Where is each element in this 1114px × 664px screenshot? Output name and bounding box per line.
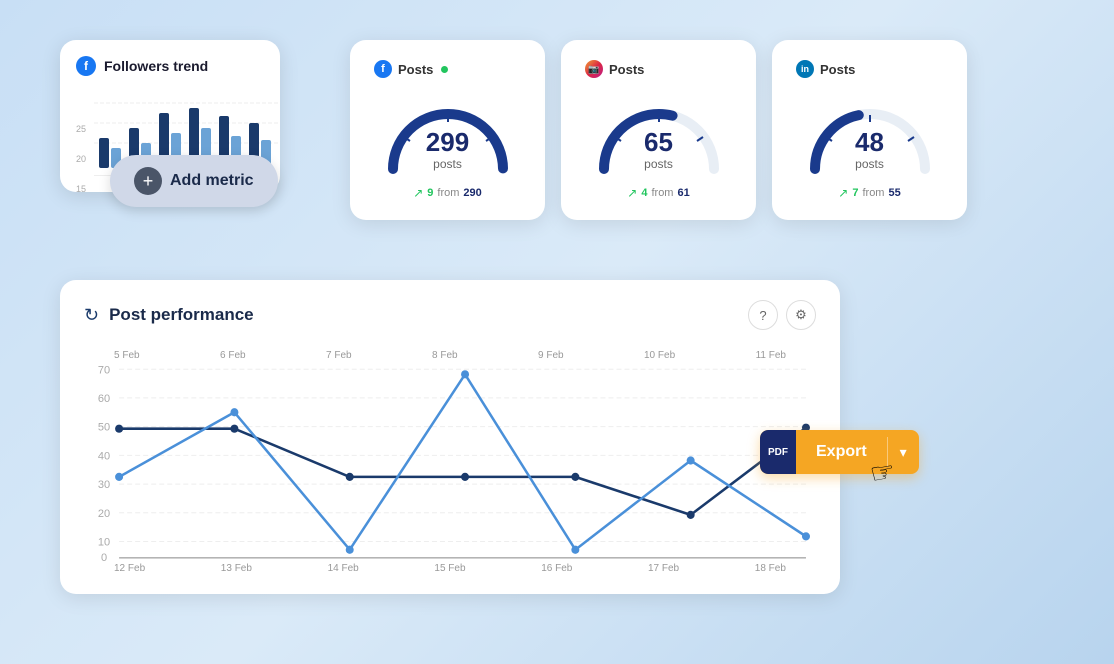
ig-comparison: ↗ 4 from 61 bbox=[627, 186, 689, 200]
ig-posts-count: 65 bbox=[644, 129, 673, 155]
main-container: f Followers trend 25 20 15 bbox=[0, 0, 1114, 664]
fb-posts-count: 299 bbox=[426, 129, 469, 155]
performance-title: Post performance bbox=[109, 305, 254, 325]
ig-posts-label: Posts bbox=[609, 62, 644, 77]
ig-trend-icon: ↗ bbox=[627, 186, 637, 200]
fb-posts-unit: posts bbox=[426, 157, 469, 171]
li-change: 7 bbox=[852, 187, 858, 199]
ig-base: 61 bbox=[677, 187, 689, 199]
perf-title-group: ↻ Post performance bbox=[84, 305, 254, 326]
y-axis-labels: 25 20 15 bbox=[76, 124, 86, 194]
cursor-icon: ☞ bbox=[867, 454, 897, 491]
svg-text:20: 20 bbox=[98, 508, 110, 520]
top-x-labels: 5 Feb 6 Feb 7 Feb 8 Feb 9 Feb 10 Feb 11 … bbox=[84, 346, 816, 361]
facebook-platform-icon: f bbox=[374, 60, 392, 78]
facebook-posts-card: f Posts 299 posts bbox=[350, 40, 545, 220]
post-performance-card: ↻ Post performance ? ⚙ 5 Feb 6 Feb 7 Feb… bbox=[60, 280, 840, 594]
followers-card-header: f Followers trend bbox=[76, 56, 264, 76]
fb-gauge: 299 posts bbox=[378, 94, 518, 174]
svg-text:50: 50 bbox=[98, 422, 110, 434]
li-gauge-text: 48 posts bbox=[855, 129, 884, 171]
svg-text:10: 10 bbox=[98, 537, 110, 549]
svg-text:30: 30 bbox=[98, 479, 110, 491]
li-gauge: 48 posts bbox=[800, 94, 940, 174]
ig-from-label: from bbox=[651, 187, 673, 199]
fb-posts-label: Posts bbox=[398, 62, 433, 77]
li-base: 55 bbox=[888, 187, 900, 199]
instagram-platform-icon: 📷 bbox=[585, 60, 603, 78]
fb-gauge-text: 299 posts bbox=[426, 129, 469, 171]
line-chart: 70 60 50 40 30 20 10 0 bbox=[84, 361, 816, 561]
export-button[interactable]: PDF Export ▾ bbox=[760, 430, 919, 474]
svg-text:40: 40 bbox=[98, 450, 110, 462]
svg-text:0: 0 bbox=[101, 552, 107, 561]
performance-icon: ↻ bbox=[84, 305, 99, 326]
linkedin-platform-icon: in bbox=[796, 60, 814, 78]
li-posts-count: 48 bbox=[855, 129, 884, 155]
fb-change: 9 bbox=[427, 187, 433, 199]
trend-up-icon: ↗ bbox=[413, 186, 423, 200]
li-from-label: from bbox=[862, 187, 884, 199]
add-metric-label: Add metric bbox=[170, 172, 254, 190]
fb-comparison: ↗ 9 from 290 bbox=[413, 186, 482, 200]
ig-posts-unit: posts bbox=[644, 157, 673, 171]
li-posts-unit: posts bbox=[855, 157, 884, 171]
ig-card-header: 📷 Posts bbox=[585, 60, 644, 78]
followers-title: Followers trend bbox=[104, 58, 208, 74]
fb-base: 290 bbox=[463, 187, 481, 199]
facebook-icon: f bbox=[76, 56, 96, 76]
pdf-label: PDF bbox=[768, 447, 788, 458]
ig-change: 4 bbox=[641, 187, 647, 199]
svg-text:60: 60 bbox=[98, 393, 110, 405]
performance-actions: ? ⚙ bbox=[748, 300, 816, 330]
settings-button[interactable]: ⚙ bbox=[786, 300, 816, 330]
ig-gauge: 65 posts bbox=[589, 94, 729, 174]
fb-from-label: from bbox=[437, 187, 459, 199]
performance-header: ↻ Post performance ? ⚙ bbox=[84, 300, 816, 330]
ig-gauge-text: 65 posts bbox=[644, 129, 673, 171]
li-card-header: in Posts bbox=[796, 60, 855, 78]
add-metric-button[interactable]: + Add metric bbox=[110, 155, 278, 207]
bottom-x-labels: 12 Feb 13 Feb 14 Feb 15 Feb 16 Feb 17 Fe… bbox=[84, 561, 816, 574]
instagram-posts-card: 📷 Posts 65 posts ↗ 4 from bbox=[561, 40, 756, 220]
live-indicator bbox=[441, 66, 448, 73]
svg-text:70: 70 bbox=[98, 364, 110, 376]
fb-card-header: f Posts bbox=[374, 60, 448, 78]
li-posts-label: Posts bbox=[820, 62, 855, 77]
linkedin-posts-card: in Posts 48 posts ↗ 7 from bbox=[772, 40, 967, 220]
li-trend-icon: ↗ bbox=[838, 186, 848, 200]
plus-circle-icon: + bbox=[134, 167, 162, 195]
pdf-badge: PDF bbox=[760, 430, 796, 474]
help-button[interactable]: ? bbox=[748, 300, 778, 330]
posts-metrics-row: f Posts 299 posts bbox=[350, 40, 967, 220]
li-comparison: ↗ 7 from 55 bbox=[838, 186, 900, 200]
